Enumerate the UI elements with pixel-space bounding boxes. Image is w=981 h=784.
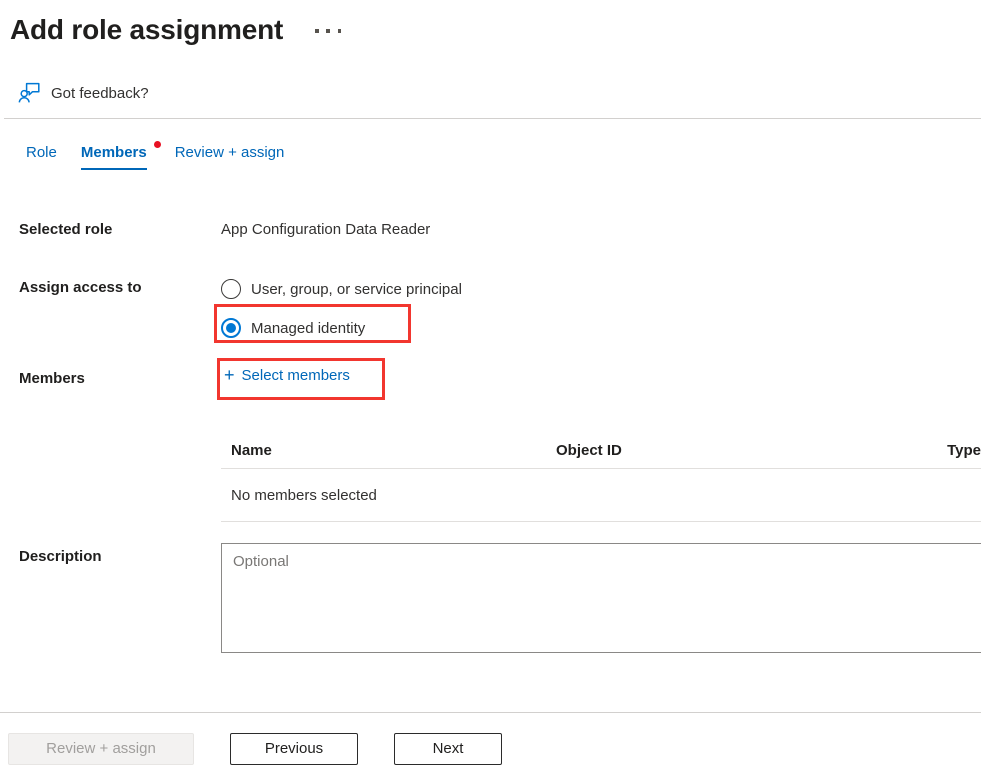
select-members-button[interactable]: + Select members <box>224 366 350 384</box>
tab-members-badge-dot <box>154 141 161 148</box>
next-button[interactable]: Next <box>394 733 502 765</box>
radio-managed-identity[interactable]: Managed identity <box>221 313 462 343</box>
footer-actions: Review + assign Previous Next <box>0 713 981 784</box>
page-header: Add role assignment <box>0 0 981 60</box>
radio-unchecked-icon <box>221 279 241 299</box>
members-table: Name Object ID Type No members selected <box>221 432 981 522</box>
more-options-icon[interactable] <box>315 18 341 42</box>
members-table-header: Name Object ID Type <box>221 432 981 469</box>
empty-members-message: No members selected <box>221 487 556 504</box>
tab-members[interactable]: Members <box>69 140 163 175</box>
tab-members-label: Members <box>81 144 147 161</box>
column-header-type: Type <box>891 442 981 459</box>
assign-access-to-label: Assign access to <box>19 279 142 296</box>
header-divider <box>4 118 981 119</box>
got-feedback-button[interactable]: Got feedback? <box>18 82 149 104</box>
column-header-object-id: Object ID <box>556 442 891 459</box>
got-feedback-label: Got feedback? <box>51 85 149 102</box>
tab-review-assign[interactable]: Review + assign <box>163 140 297 175</box>
page-title: Add role assignment <box>10 16 283 44</box>
radio-checked-icon <box>221 318 241 338</box>
tab-strip: Role Members Review + assign <box>14 140 296 175</box>
ellipsis-dot <box>338 29 342 33</box>
review-assign-button[interactable]: Review + assign <box>8 733 194 765</box>
tab-role-label: Role <box>26 144 57 161</box>
previous-button[interactable]: Previous <box>230 733 358 765</box>
radio-managed-identity-label: Managed identity <box>251 320 365 337</box>
selected-role-value: App Configuration Data Reader <box>221 221 430 238</box>
tab-role[interactable]: Role <box>14 140 69 175</box>
plus-icon: + <box>224 366 235 384</box>
selected-role-label: Selected role <box>19 221 112 238</box>
radio-user-group-service-principal[interactable]: User, group, or service principal <box>221 274 462 304</box>
tab-review-assign-label: Review + assign <box>175 144 285 161</box>
ellipsis-dot <box>326 29 330 33</box>
table-row: No members selected <box>221 469 981 522</box>
ellipsis-dot <box>315 29 319 33</box>
description-label: Description <box>19 548 102 565</box>
assign-access-to-radio-group: User, group, or service principal Manage… <box>221 274 462 343</box>
members-label: Members <box>19 370 85 387</box>
column-header-name: Name <box>221 442 556 459</box>
feedback-person-icon <box>18 82 40 104</box>
radio-user-group-service-principal-label: User, group, or service principal <box>251 281 462 298</box>
description-input[interactable] <box>221 543 981 653</box>
select-members-label: Select members <box>242 367 350 384</box>
